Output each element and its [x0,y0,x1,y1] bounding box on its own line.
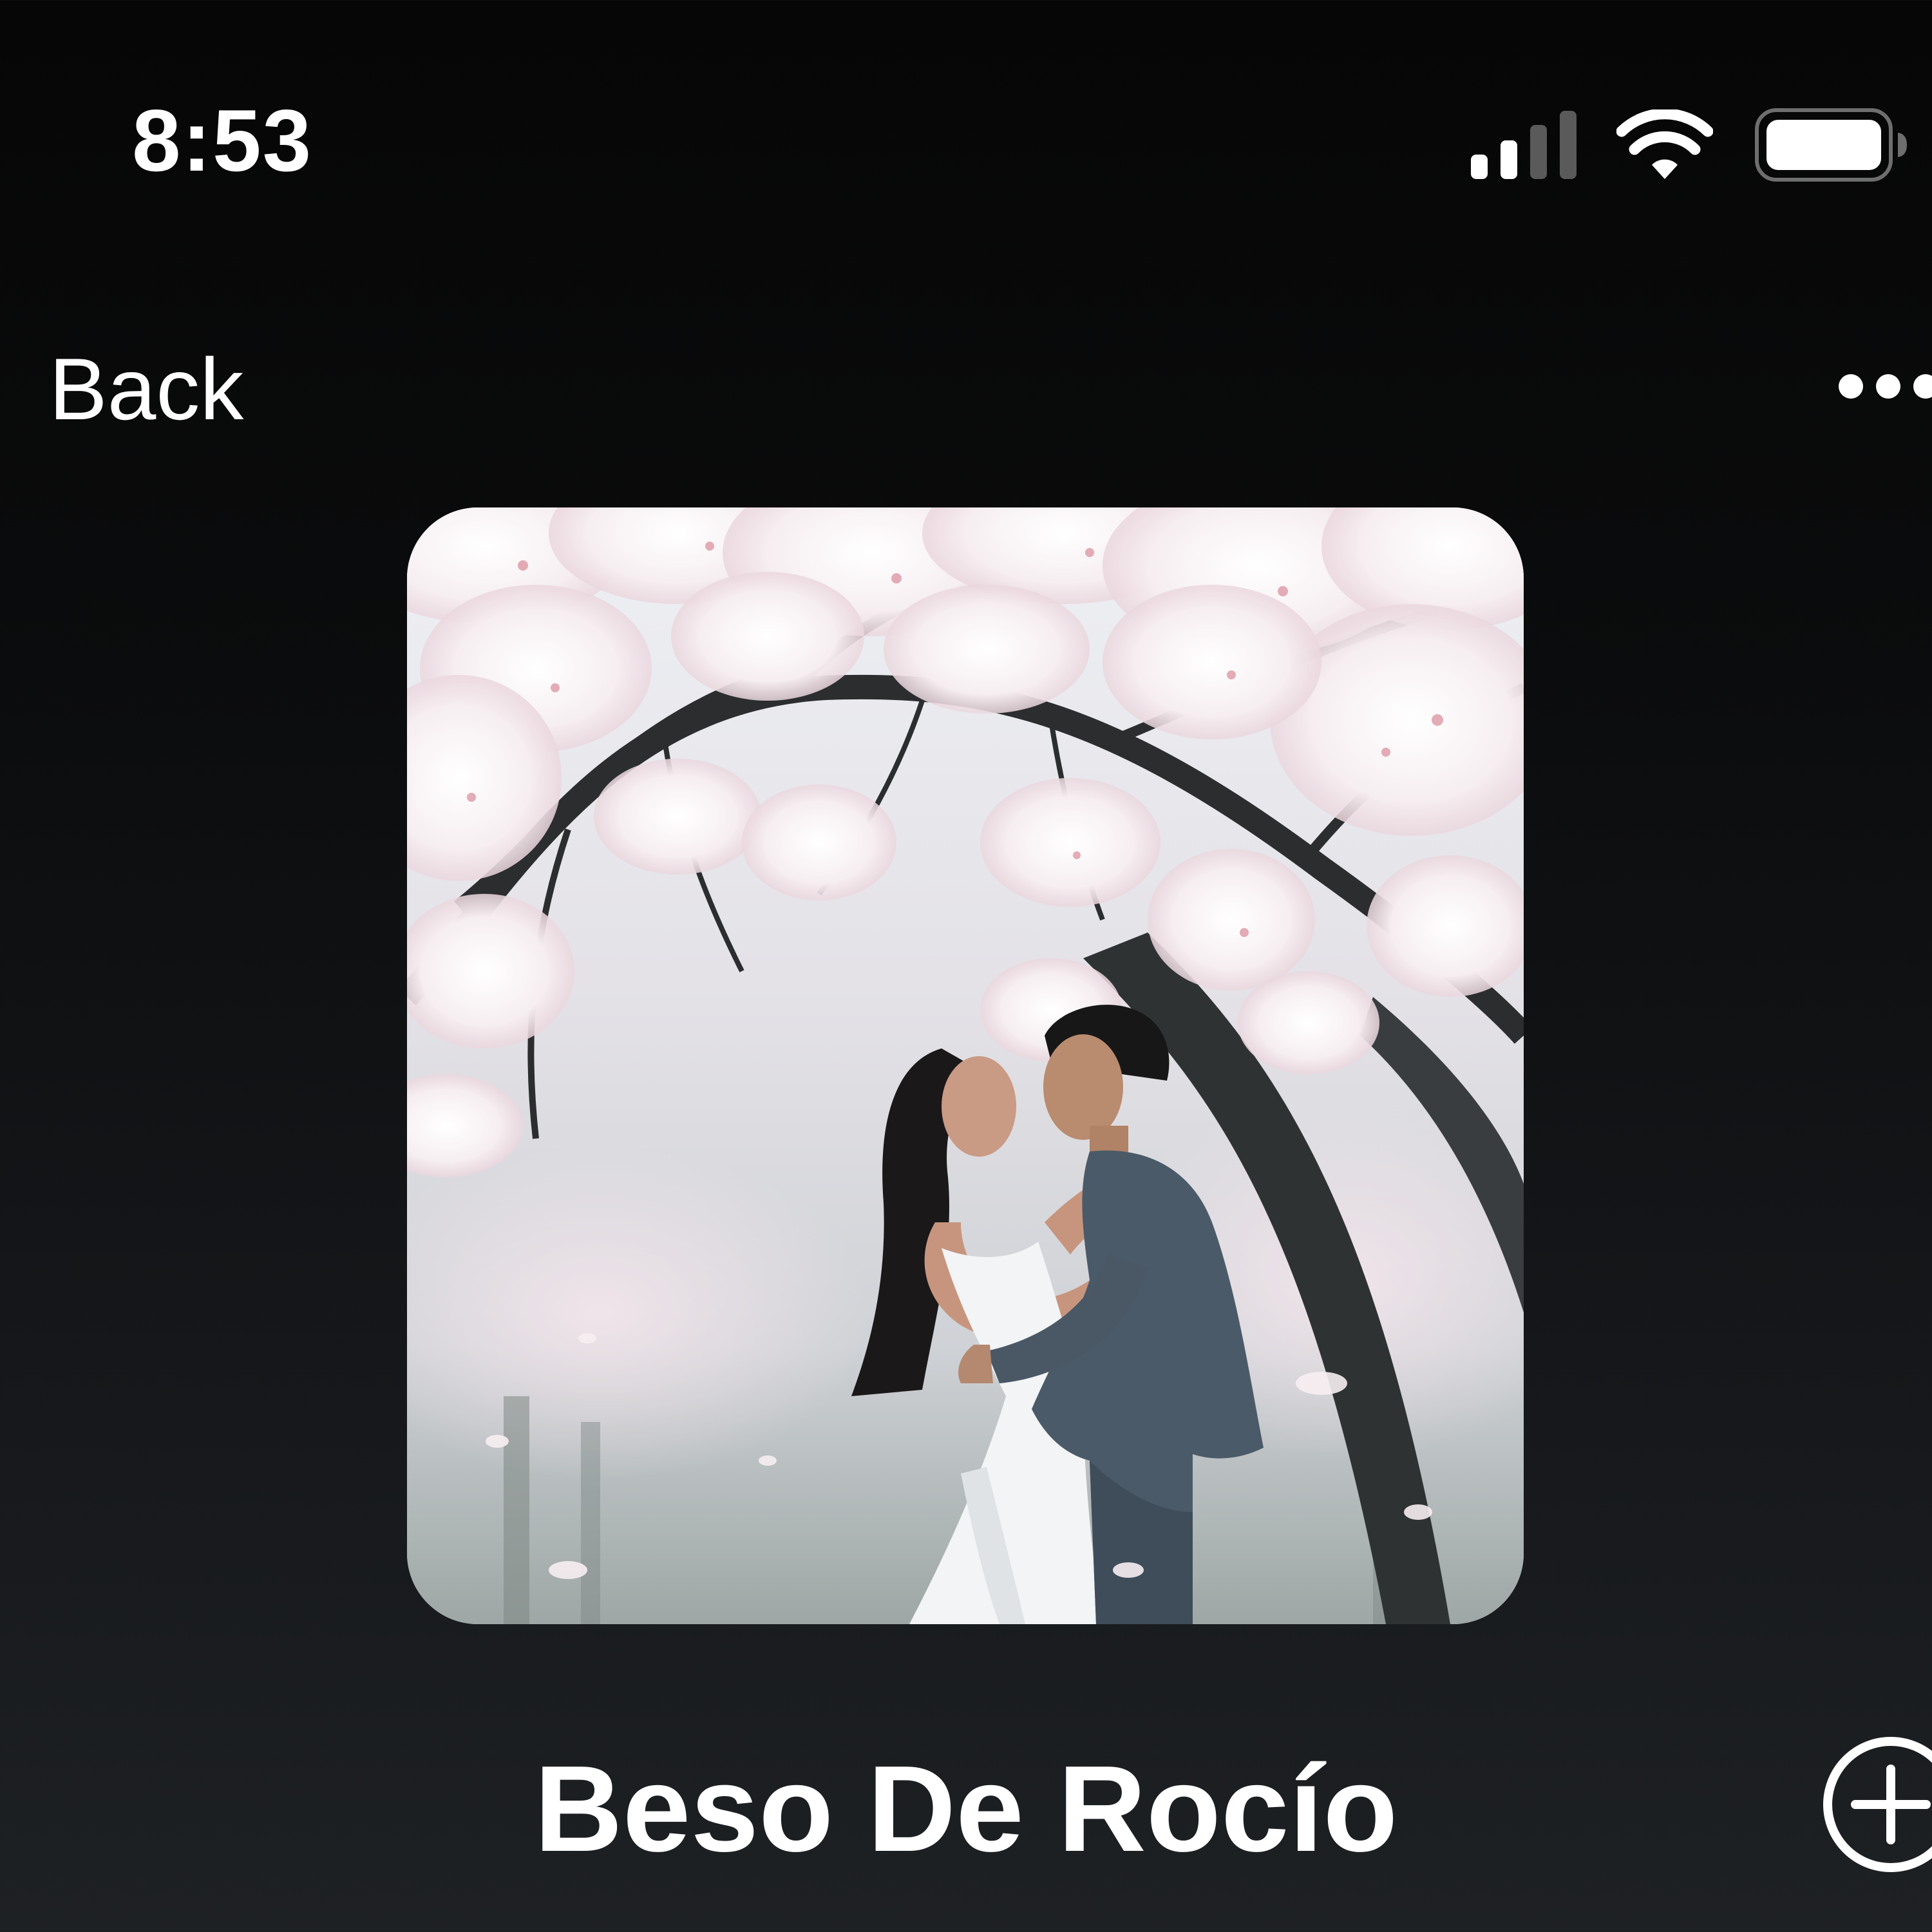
status-bar: 8:53 [0,0,1932,213]
song-title: Beso De Rocío [534,1741,1398,1877]
cellular-signal-icon [1471,111,1577,179]
plus-circle-icon[interactable] [1820,1734,1932,1875]
status-time: 8:53 [132,91,313,189]
album-artwork[interactable] [407,507,1524,1624]
battery-icon [1755,108,1907,182]
navigation-bar: Back [0,309,1932,464]
ellipsis-icon[interactable] [1835,354,1932,419]
wifi-icon [1616,109,1713,179]
back-button[interactable]: Back [49,341,243,438]
